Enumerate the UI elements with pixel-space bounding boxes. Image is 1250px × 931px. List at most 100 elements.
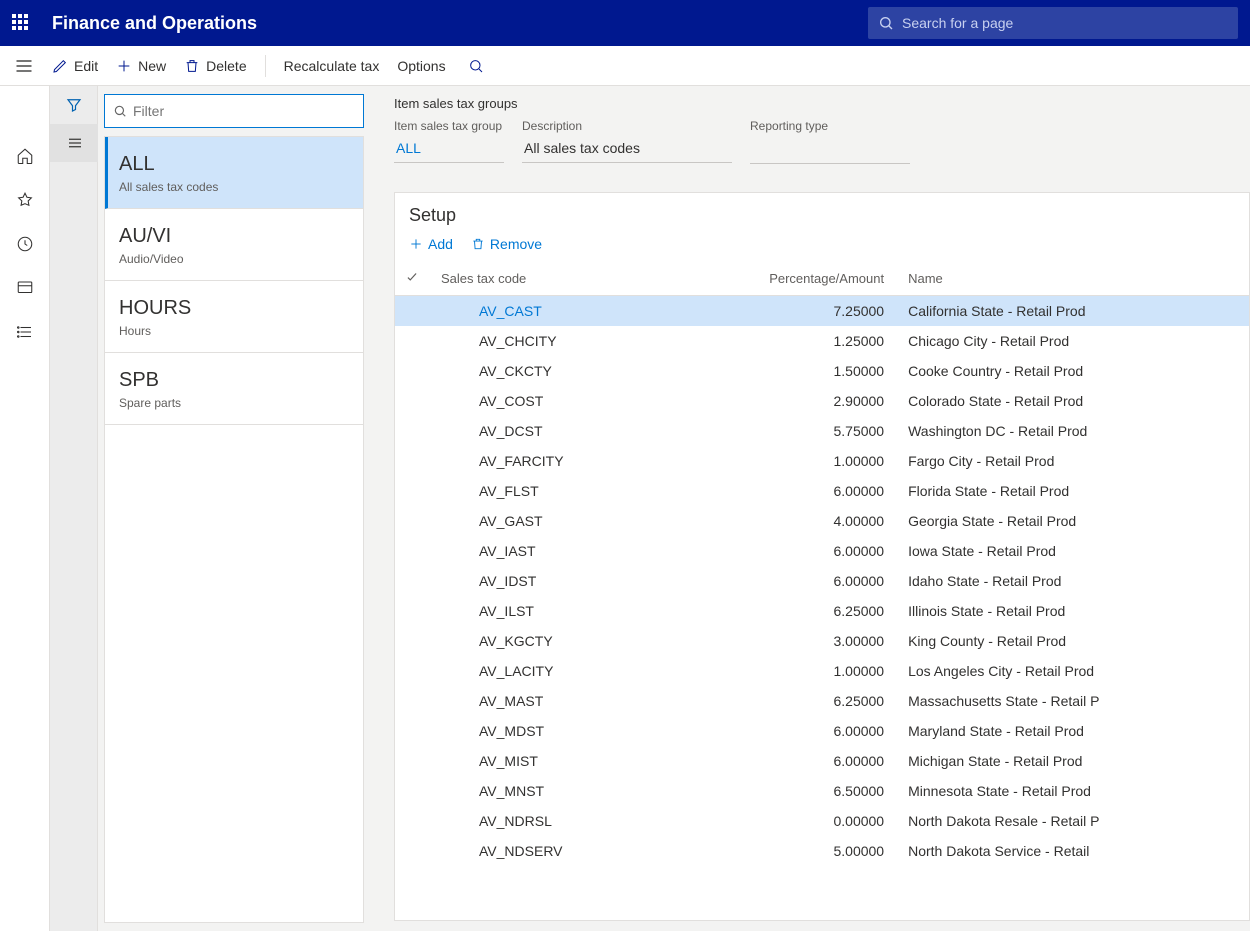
row-select-cell[interactable] <box>395 806 431 836</box>
global-search[interactable] <box>868 7 1238 39</box>
edit-button[interactable]: Edit <box>52 58 98 74</box>
table-row[interactable]: AV_FLST6.00000Florida State - Retail Pro… <box>395 476 1249 506</box>
cell-pct: 6.00000 <box>668 566 899 596</box>
row-select-cell[interactable] <box>395 776 431 806</box>
home-icon[interactable] <box>9 140 41 172</box>
app-launcher-icon[interactable] <box>12 14 30 32</box>
options-button[interactable]: Options <box>397 58 445 74</box>
table-row[interactable]: AV_MAST6.25000Massachusetts State - Reta… <box>395 686 1249 716</box>
row-select-cell[interactable] <box>395 536 431 566</box>
table-row[interactable]: AV_FARCITY1.00000Fargo City - Retail Pro… <box>395 446 1249 476</box>
row-select-cell[interactable] <box>395 596 431 626</box>
group-card[interactable]: ALLAll sales tax codes <box>105 137 363 209</box>
field-value[interactable] <box>750 136 910 164</box>
cell-pct: 6.25000 <box>668 596 899 626</box>
table-row[interactable]: AV_NDRSL0.00000North Dakota Resale - Ret… <box>395 806 1249 836</box>
plus-icon <box>409 237 423 251</box>
delete-button[interactable]: Delete <box>184 58 246 74</box>
workspaces-icon[interactable] <box>9 272 41 304</box>
cell-name: Idaho State - Retail Prod <box>898 566 1249 596</box>
table-row[interactable]: AV_DCST5.75000Washington DC - Retail Pro… <box>395 416 1249 446</box>
row-select-cell[interactable] <box>395 566 431 596</box>
cell-name: Los Angeles City - Retail Prod <box>898 656 1249 686</box>
cell-pct: 5.75000 <box>668 416 899 446</box>
header-fields: Item sales tax group ALL Description All… <box>394 119 1250 164</box>
table-row[interactable]: AV_KGCTY3.00000King County - Retail Prod <box>395 626 1249 656</box>
cell-pct: 6.25000 <box>668 686 899 716</box>
table-row[interactable]: AV_MIST6.00000Michigan State - Retail Pr… <box>395 746 1249 776</box>
table-row[interactable]: AV_ILST6.25000Illinois State - Retail Pr… <box>395 596 1249 626</box>
group-card[interactable]: AU/VI Audio/Video <box>105 209 363 281</box>
cell-pct: 0.00000 <box>668 806 899 836</box>
separator <box>265 55 266 77</box>
table-row[interactable]: AV_IDST6.00000Idaho State - Retail Prod <box>395 566 1249 596</box>
new-button[interactable]: New <box>116 58 166 74</box>
table-row[interactable]: AV_CKCTY1.50000Cooke Country - Retail Pr… <box>395 356 1249 386</box>
field-value[interactable]: All sales tax codes <box>522 136 732 163</box>
setup-title: Setup <box>395 193 1249 236</box>
row-select-cell[interactable] <box>395 656 431 686</box>
row-select-cell[interactable] <box>395 626 431 656</box>
row-select-cell[interactable] <box>395 836 431 866</box>
cell-pct: 6.00000 <box>668 746 899 776</box>
filter-box[interactable] <box>104 94 364 128</box>
col-sales-tax-code[interactable]: Sales tax code <box>431 262 668 296</box>
cell-code: AV_ILST <box>431 596 668 626</box>
cell-code: AV_MDST <box>431 716 668 746</box>
row-select-cell[interactable] <box>395 386 431 416</box>
col-name[interactable]: Name <box>898 262 1249 296</box>
filter-view-tab[interactable] <box>50 86 98 124</box>
add-button[interactable]: Add <box>409 236 453 252</box>
group-card[interactable]: HOURSHours <box>105 281 363 353</box>
group-desc: Hours <box>119 324 349 338</box>
table-row[interactable]: AV_LACITY1.00000Los Angeles City - Retai… <box>395 656 1249 686</box>
cell-name: Colorado State - Retail Prod <box>898 386 1249 416</box>
group-desc: Audio/Video <box>119 252 349 266</box>
row-select-cell[interactable] <box>395 746 431 776</box>
table-row[interactable]: AV_COST2.90000Colorado State - Retail Pr… <box>395 386 1249 416</box>
row-select-cell[interactable] <box>395 716 431 746</box>
col-percentage-amount[interactable]: Percentage/Amount <box>668 262 899 296</box>
row-select-cell[interactable] <box>395 686 431 716</box>
command-bar: Edit New Delete Recalculate tax Options <box>0 46 1250 86</box>
row-select-cell[interactable] <box>395 326 431 356</box>
row-select-cell[interactable] <box>395 476 431 506</box>
table-row[interactable]: AV_MNST6.50000Minnesota State - Retail P… <box>395 776 1249 806</box>
row-select-cell[interactable] <box>395 506 431 536</box>
recent-icon[interactable] <box>9 228 41 260</box>
field-value[interactable]: ALL <box>394 136 504 163</box>
cell-code: AV_MIST <box>431 746 668 776</box>
favorites-icon[interactable] <box>9 184 41 216</box>
group-card[interactable]: SPBSpare parts <box>105 353 363 425</box>
nav-toggle-icon[interactable] <box>14 56 34 79</box>
modules-icon[interactable] <box>9 316 41 348</box>
filter-input[interactable] <box>133 103 355 119</box>
cell-code: AV_CKCTY <box>431 356 668 386</box>
row-select-cell[interactable] <box>395 446 431 476</box>
table-row[interactable]: AV_NDSERV5.00000North Dakota Service - R… <box>395 836 1249 866</box>
app-title: Finance and Operations <box>52 13 257 34</box>
setup-toolbar: Add Remove <box>395 236 1249 262</box>
list-view-tab[interactable] <box>50 124 98 162</box>
remove-button[interactable]: Remove <box>471 236 542 252</box>
list-view-tabs <box>50 86 98 931</box>
global-search-input[interactable] <box>902 15 1228 31</box>
table-row[interactable]: AV_CAST7.25000California State - Retail … <box>395 296 1249 327</box>
cell-pct: 6.00000 <box>668 476 899 506</box>
group-code: AU/VI <box>119 225 349 248</box>
find-button[interactable] <box>464 54 488 78</box>
edit-label: Edit <box>74 58 98 74</box>
row-select-cell[interactable] <box>395 296 431 327</box>
table-row[interactable]: AV_CHCITY1.25000Chicago City - Retail Pr… <box>395 326 1249 356</box>
cell-code: AV_DCST <box>431 416 668 446</box>
table-row[interactable]: AV_GAST4.00000Georgia State - Retail Pro… <box>395 506 1249 536</box>
recalc-label: Recalculate tax <box>284 58 380 74</box>
row-select-cell[interactable] <box>395 356 431 386</box>
row-select-cell[interactable] <box>395 416 431 446</box>
field-description: Description All sales tax codes <box>522 119 732 164</box>
table-row[interactable]: AV_IAST6.00000Iowa State - Retail Prod <box>395 536 1249 566</box>
cell-code: AV_MAST <box>431 686 668 716</box>
recalculate-button[interactable]: Recalculate tax <box>284 58 380 74</box>
select-all-column[interactable] <box>395 262 431 296</box>
table-row[interactable]: AV_MDST6.00000Maryland State - Retail Pr… <box>395 716 1249 746</box>
